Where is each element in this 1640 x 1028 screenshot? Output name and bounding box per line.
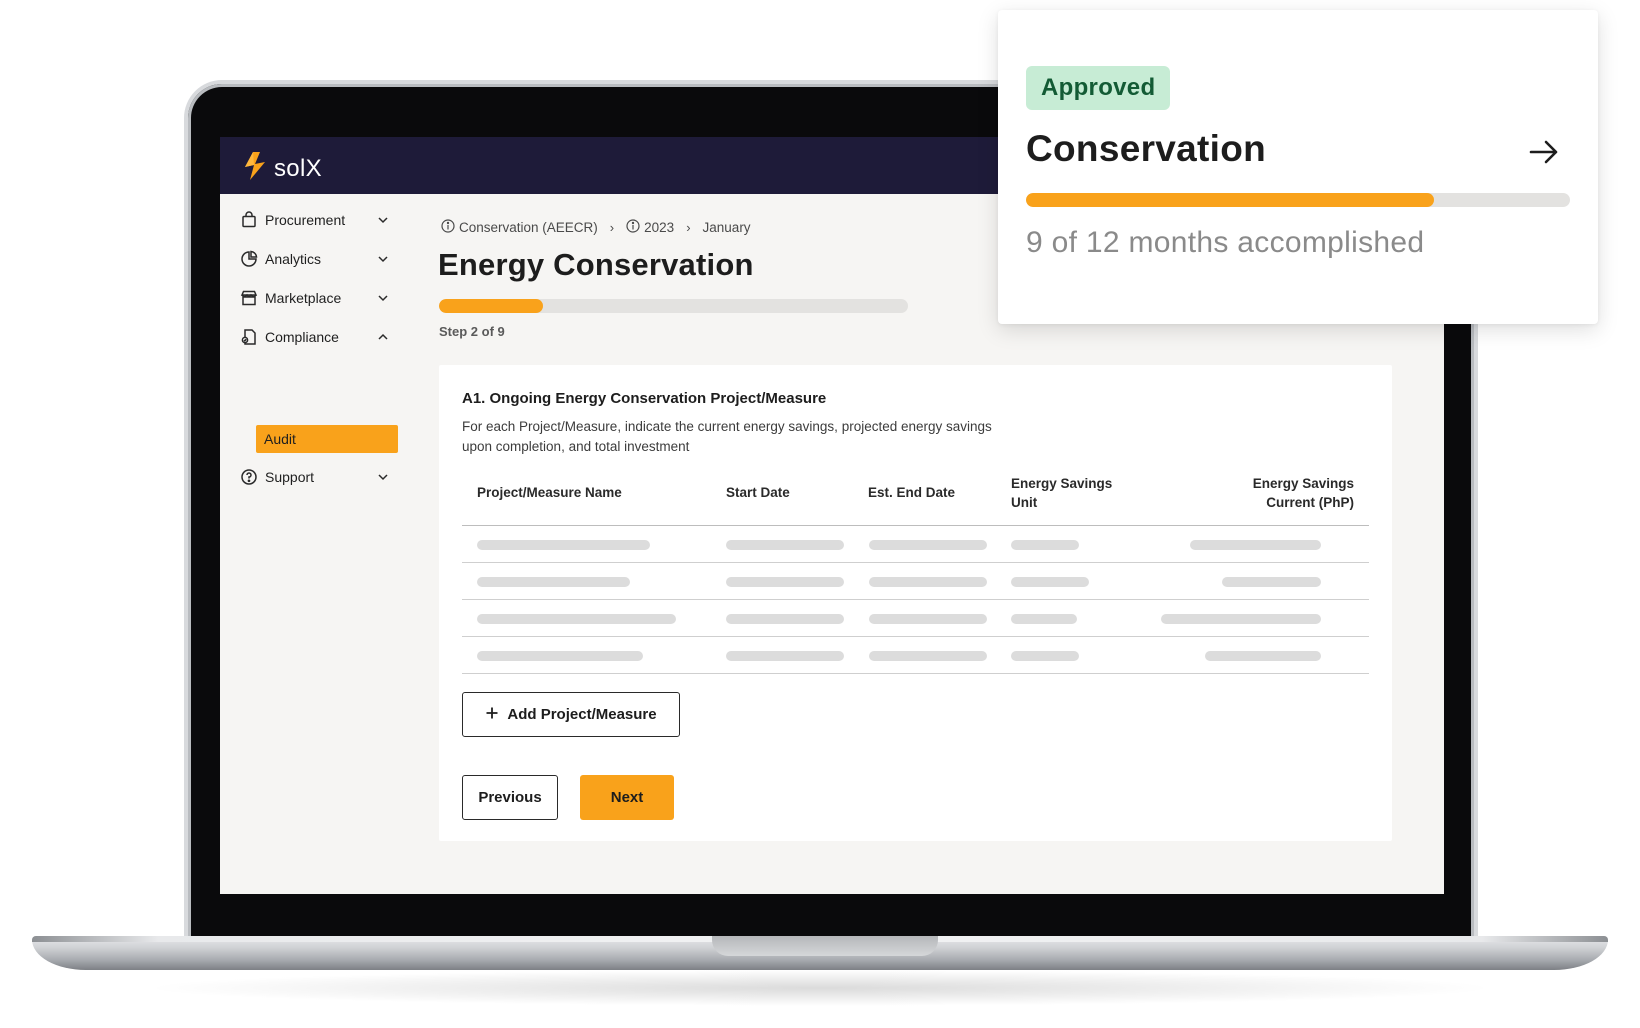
table-row[interactable] [462, 637, 1369, 674]
laptop-shadow [140, 970, 1500, 1006]
plus-icon [485, 706, 499, 724]
skeleton-cell [726, 540, 844, 550]
sidebar-item-marketplace[interactable]: Marketplace [240, 285, 390, 311]
chevron-down-icon [376, 213, 390, 227]
skeleton-cell [1205, 651, 1321, 661]
sidebar-subitem-audit[interactable]: Audit [256, 425, 398, 453]
bolt-logo-icon [242, 151, 268, 186]
chevron-up-icon [376, 330, 390, 344]
laptop-notch [712, 936, 938, 956]
months-progress-bar [1026, 193, 1570, 207]
skeleton-cell [1011, 614, 1077, 624]
skeleton-cell [869, 577, 987, 587]
skeleton-cell [477, 614, 676, 624]
page-title: Energy Conservation [438, 247, 754, 282]
skeleton-cell [1011, 540, 1079, 550]
sidebar-item-label: Marketplace [265, 290, 342, 306]
promo-stage: solX Procurement Analytics Marketplace C… [0, 0, 1640, 1028]
app-name: solX [274, 154, 322, 182]
breadcrumb-item[interactable]: Conservation (AEECR) [441, 219, 598, 236]
column-header-label: Est. End Date [868, 485, 956, 500]
sidebar-item-support[interactable]: Support [240, 464, 390, 490]
sidebar-item-procurement[interactable]: Procurement [240, 207, 390, 233]
bag-icon [240, 211, 258, 229]
table-row[interactable] [462, 526, 1369, 563]
status-card[interactable]: Approved Conservation 9 of 12 months acc… [998, 10, 1598, 324]
add-project-button[interactable]: Add Project/Measure [462, 692, 680, 737]
breadcrumb-item[interactable]: 2023 [626, 219, 674, 236]
add-project-label: Add Project/Measure [507, 706, 657, 723]
section-description: For each Project/Measure, indicate the c… [462, 419, 992, 454]
column-header-savings-unit: Energy Savings Unit [1011, 474, 1112, 512]
months-progress-label: 9 of 12 months accomplished [1026, 226, 1425, 259]
sidebar: Procurement Analytics Marketplace Compli… [220, 194, 410, 894]
chevron-down-icon [376, 291, 390, 305]
step-progress-fill [439, 299, 544, 313]
chevron-down-icon [376, 470, 390, 484]
next-button[interactable]: Next [580, 775, 674, 820]
skeleton-cell [477, 651, 643, 661]
help-circle-icon [240, 468, 258, 486]
column-header-label: Unit [1011, 495, 1038, 510]
document-icon [240, 328, 258, 346]
info-icon [626, 219, 640, 236]
storefront-icon [240, 289, 258, 307]
info-icon [441, 219, 455, 236]
skeleton-cell [477, 577, 630, 587]
sidebar-item-compliance[interactable]: Compliance [240, 324, 390, 350]
table-row[interactable] [462, 600, 1369, 637]
step-label: Step 2 of 9 [439, 324, 505, 339]
sidebar-item-analytics[interactable]: Analytics [240, 246, 390, 272]
skeleton-cell [726, 614, 844, 624]
status-card-title: Conservation [1026, 128, 1267, 169]
skeleton-cell [726, 651, 844, 661]
breadcrumb-item[interactable]: January [703, 220, 751, 235]
form-card: A1. Ongoing Energy Conservation Project/… [439, 365, 1392, 841]
sidebar-item-label: Procurement [265, 212, 346, 228]
app-logo[interactable]: solX [242, 151, 322, 186]
column-header-end-date: Est. End Date [868, 483, 955, 502]
column-header-label: Energy Savings [1252, 476, 1354, 491]
previous-button[interactable]: Previous [462, 775, 558, 820]
breadcrumb-label: January [702, 220, 751, 235]
skeleton-cell [1011, 577, 1089, 587]
sidebar-item-label: Compliance [265, 329, 339, 345]
chevron-right-icon: › [609, 220, 615, 235]
column-header-label: Start Date [726, 485, 790, 500]
status-badge: Approved [1026, 66, 1171, 110]
column-header-savings-current: Energy Savings Current (PhP) [1253, 474, 1354, 512]
skeleton-cell [726, 577, 844, 587]
skeleton-cell [1190, 540, 1321, 550]
skeleton-cell [1222, 577, 1321, 587]
pie-chart-icon [240, 250, 258, 268]
chevron-right-icon: › [686, 220, 691, 235]
step-progress-bar [439, 299, 908, 313]
skeleton-cell [1011, 651, 1079, 661]
skeleton-cell [869, 614, 987, 624]
breadcrumb-label: Conservation (AEECR) [459, 220, 598, 235]
column-header-label: Current (PhP) [1266, 495, 1354, 510]
skeleton-cell [477, 540, 650, 550]
sidebar-item-label: Analytics [265, 251, 322, 267]
breadcrumb: Conservation (AEECR) › 2023 › January [441, 219, 751, 236]
breadcrumb-label: 2023 [644, 220, 675, 235]
section-title: A1. Ongoing Energy Conservation Project/… [462, 390, 827, 407]
column-header-label: Project/Measure Name [477, 485, 622, 500]
arrow-right-icon[interactable] [1527, 135, 1561, 169]
column-header-project-name: Project/Measure Name [477, 483, 622, 502]
skeleton-cell [869, 651, 987, 661]
column-header-start-date: Start Date [726, 483, 790, 502]
chevron-down-icon [376, 252, 390, 266]
skeleton-cell [869, 540, 987, 550]
skeleton-cell [1161, 614, 1321, 624]
column-header-label: Energy Savings [1011, 476, 1113, 491]
sidebar-item-label: Support [265, 469, 315, 485]
months-progress-fill [1026, 193, 1434, 207]
table-row[interactable] [462, 563, 1369, 600]
